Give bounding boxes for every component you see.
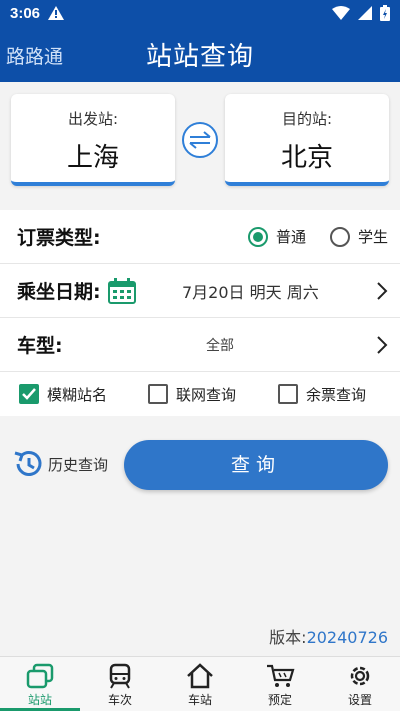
from-station-label: 出发站: (67, 110, 119, 128)
version-number: 20240726 (306, 628, 388, 647)
train-type-label: 车型: (17, 335, 63, 357)
to-station-name: 北京 (280, 143, 333, 173)
query-area: 历史查询 查询 (0, 420, 400, 510)
bottom-nav: 站站 车次 车站 预定 设置 (0, 656, 400, 711)
nav-train-number[interactable]: 车次 (80, 657, 160, 711)
options-row: 模糊站名 联网查询 余票查询 (0, 372, 400, 416)
nav-label: 车次 (107, 693, 132, 707)
nav-settings[interactable]: 设置 (320, 657, 400, 711)
checkbox-label: 模糊站名 (47, 385, 108, 404)
page-title: 站站查询 (145, 42, 254, 72)
house-icon (187, 663, 213, 689)
gear-icon (350, 666, 370, 686)
train-type-row[interactable]: 车型: 全部 (0, 318, 400, 372)
query-form: 订票类型: 普通 学生 乘坐日期: 7月20日 明天 周六 车型: 全部 模糊站… (0, 210, 400, 416)
station-selector: 出发站: 上海 目的站: 北京 (0, 82, 400, 204)
chevron-right-icon (377, 335, 388, 354)
checkbox-label: 余票查询 (306, 385, 367, 404)
ticket-type-row: 订票类型: 普通 学生 (0, 210, 400, 264)
online-query-checkbox[interactable]: 联网查询 (148, 384, 236, 405)
checkbox-label: 联网查询 (176, 385, 237, 404)
nav-label: 车站 (187, 693, 212, 707)
train-type-value: 全部 (206, 337, 234, 354)
warning-icon (48, 6, 65, 20)
date-row[interactable]: 乘坐日期: 7月20日 明天 周六 (0, 264, 400, 318)
radio-label: 普通 (275, 228, 306, 246)
swap-stations-button[interactable] (182, 122, 218, 158)
ticket-type-student-radio[interactable]: 学生 (329, 226, 388, 247)
station-to-station-icon (26, 663, 54, 689)
to-station-card[interactable]: 目的站: 北京 (225, 94, 389, 186)
swap-icon (189, 131, 211, 149)
status-time: 3:06 (10, 4, 41, 22)
fuzzy-station-checkbox[interactable]: 模糊站名 (19, 384, 107, 405)
history-query-button[interactable]: 历史查询 (12, 448, 108, 480)
from-station-name: 上海 (66, 143, 119, 173)
nav-label: 站站 (27, 693, 52, 707)
date-value: 7月20日 明天 周六 (182, 282, 319, 302)
nav-booking[interactable]: 预定 (240, 657, 320, 711)
wifi-icon (332, 6, 350, 20)
nav-label: 预定 (267, 693, 292, 707)
battery-icon (380, 5, 390, 21)
history-label: 历史查询 (48, 455, 109, 474)
radio-label: 学生 (357, 228, 388, 246)
version-prefix: 版本: (269, 628, 307, 647)
ticket-type-radio-group: 普通 学生 (247, 226, 388, 247)
train-icon (109, 663, 131, 689)
signal-icon (358, 6, 372, 20)
query-button[interactable]: 查询 (124, 440, 388, 490)
checkbox-checked-icon (19, 384, 39, 404)
nav-station-to-station[interactable]: 站站 (0, 657, 80, 711)
checkbox-unchecked-icon (148, 384, 168, 404)
radio-checked-icon (247, 226, 268, 247)
calendar-icon (108, 278, 136, 304)
nav-label: 设置 (347, 693, 372, 707)
from-station-card[interactable]: 出发站: 上海 (11, 94, 175, 186)
ticket-type-normal-radio[interactable]: 普通 (247, 226, 306, 247)
nav-station[interactable]: 车站 (160, 657, 240, 711)
version-info: 版本:20240726 (269, 624, 388, 648)
checkbox-unchecked-icon (278, 384, 298, 404)
to-station-label: 目的站: (281, 110, 333, 128)
chevron-right-icon (377, 281, 388, 300)
cart-icon (267, 664, 295, 687)
ticket-type-label: 订票类型: (17, 227, 101, 249)
remaining-tickets-checkbox[interactable]: 余票查询 (278, 384, 366, 405)
history-icon (14, 451, 42, 476)
date-label: 乘坐日期: (17, 281, 101, 303)
status-bar: 3:06 (0, 0, 400, 26)
radio-unchecked-icon (329, 226, 350, 247)
app-bar: 路路通 站站查询 (0, 26, 400, 82)
